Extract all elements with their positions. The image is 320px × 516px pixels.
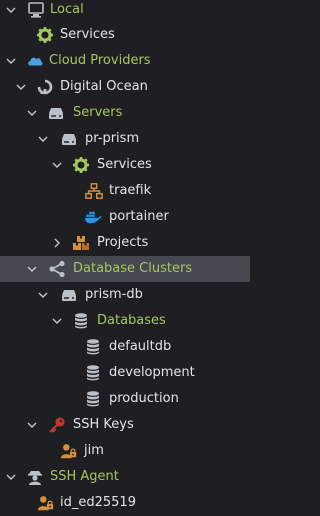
server-icon xyxy=(47,104,65,122)
tree-item-development[interactable]: development xyxy=(0,360,250,386)
tree-item-production[interactable]: production xyxy=(0,386,250,412)
tree-label: Projects xyxy=(97,235,149,250)
chevron-down-icon[interactable] xyxy=(38,134,48,144)
tree-label: portainer xyxy=(109,209,169,224)
tree-label: SSH Agent xyxy=(50,469,119,484)
cloud-icon xyxy=(26,52,44,70)
boxes-icon xyxy=(72,234,90,252)
tree-label: jim xyxy=(84,443,104,458)
tree-item-prism-services[interactable]: Services xyxy=(0,152,250,178)
tree-label: pr-prism xyxy=(85,131,140,146)
tree-item-prism-db[interactable]: prism-db xyxy=(0,282,250,308)
chevron-down-icon[interactable] xyxy=(6,5,16,15)
chevron-down-icon[interactable] xyxy=(16,82,26,92)
tree-item-local[interactable]: Local xyxy=(0,0,250,23)
server-icon xyxy=(60,130,78,148)
chevron-down-icon[interactable] xyxy=(52,316,62,326)
tree-label: development xyxy=(109,365,195,380)
tree-label: Services xyxy=(97,157,152,172)
user-key-icon xyxy=(37,494,55,512)
tree-label: Databases xyxy=(97,313,166,328)
chevron-down-icon[interactable] xyxy=(52,160,62,170)
chevron-down-icon[interactable] xyxy=(38,290,48,300)
tree-item-servers[interactable]: Servers xyxy=(0,100,250,126)
gear-icon xyxy=(36,26,54,44)
tree-item-ssh-keys[interactable]: SSH Keys xyxy=(0,412,250,438)
tree-label: Local xyxy=(50,2,84,17)
chevron-down-icon[interactable] xyxy=(27,420,37,430)
tree-label: id_ed25519 xyxy=(60,495,136,510)
tree-item-jim[interactable]: jim xyxy=(0,438,250,464)
tree-item-pr-prism[interactable]: pr-prism xyxy=(0,126,250,152)
tree-item-projects[interactable]: Projects xyxy=(0,230,250,256)
database-icon xyxy=(72,312,90,330)
tree-label: Database Clusters xyxy=(73,261,193,276)
digital-ocean-icon xyxy=(36,78,54,96)
chevron-right-icon[interactable] xyxy=(52,238,62,248)
key-icon xyxy=(48,416,66,434)
tree-label: Services xyxy=(60,27,115,42)
gear-icon xyxy=(72,156,90,174)
tree-item-digital-ocean[interactable]: Digital Ocean xyxy=(0,74,250,100)
tree-item-defaultdb[interactable]: defaultdb xyxy=(0,334,250,360)
network-icon xyxy=(85,182,103,200)
database-icon xyxy=(84,364,102,382)
tree-label: Digital Ocean xyxy=(60,79,148,94)
tree-item-id-ed25519[interactable]: id_ed25519 xyxy=(0,490,250,516)
computer-icon xyxy=(27,1,45,19)
share-icon xyxy=(48,260,66,278)
tree-label: production xyxy=(109,391,179,406)
tree-item-traefik[interactable]: traefik xyxy=(0,178,250,204)
tree-label: Cloud Providers xyxy=(49,53,151,68)
tree-label: Servers xyxy=(73,105,123,120)
agent-icon xyxy=(26,468,44,486)
docker-icon xyxy=(84,208,102,226)
tree-label: SSH Keys xyxy=(73,417,134,432)
chevron-down-icon[interactable] xyxy=(27,108,37,118)
database-icon xyxy=(84,390,102,408)
user-key-icon xyxy=(60,442,78,460)
server-icon xyxy=(60,286,78,304)
explorer-tree: Local Services Cloud Providers Digital O… xyxy=(0,0,250,513)
tree-item-database-clusters[interactable]: Database Clusters xyxy=(0,256,250,282)
database-icon xyxy=(84,338,102,356)
tree-item-local-services[interactable]: Services xyxy=(0,22,250,48)
tree-label: traefik xyxy=(109,183,152,198)
chevron-down-icon[interactable] xyxy=(6,56,16,66)
tree-item-ssh-agent[interactable]: SSH Agent xyxy=(0,464,250,490)
tree-item-databases[interactable]: Databases xyxy=(0,308,250,334)
tree-label: defaultdb xyxy=(109,339,172,354)
tree-label: prism-db xyxy=(85,287,143,302)
tree-item-portainer[interactable]: portainer xyxy=(0,204,250,230)
chevron-down-icon[interactable] xyxy=(6,472,16,482)
tree-item-cloud-providers[interactable]: Cloud Providers xyxy=(0,48,250,74)
chevron-down-icon[interactable] xyxy=(27,264,37,274)
